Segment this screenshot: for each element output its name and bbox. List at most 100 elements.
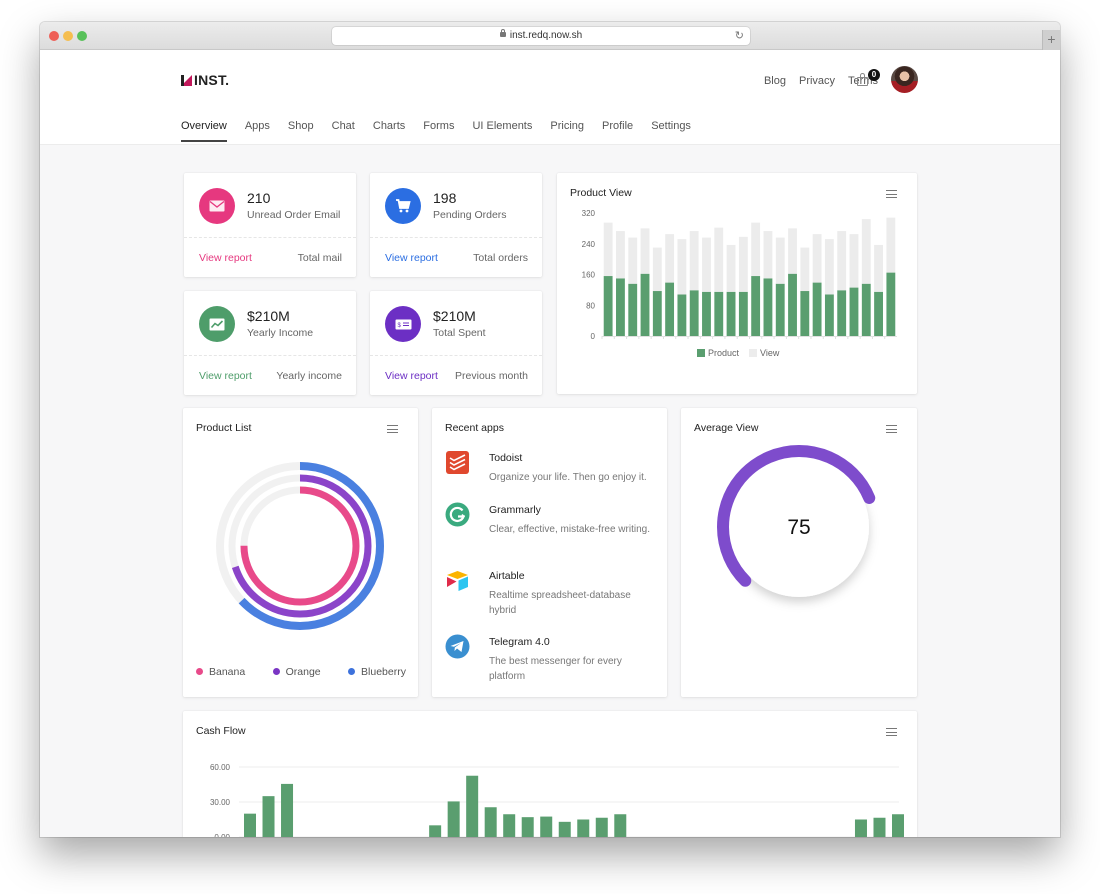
legend-swatch [749,349,758,357]
nav-profile[interactable]: Profile [602,114,633,142]
divider [184,237,356,238]
card-title: Recent apps [445,422,504,434]
nav-shop[interactable]: Shop [288,114,314,142]
bar-product [665,282,675,336]
bar-product [726,291,736,336]
bar-positive [244,813,256,837]
stat-note: Total orders [473,252,528,264]
legend-item-banana[interactable]: Banana [196,666,245,678]
new-tab-button[interactable]: + [1042,30,1060,50]
nav-apps[interactable]: Apps [245,114,270,142]
grammarly-logo-icon [445,502,470,527]
bar-product [689,290,699,336]
legend-label: Product [708,348,740,358]
bar-view [738,236,748,292]
y-tick-label: 0 [591,332,596,341]
view-report-link[interactable]: View report [385,252,438,264]
nav-charts[interactable]: Charts [373,114,405,142]
legend-item-orange[interactable]: Orange [272,666,321,678]
gauge-value: 75 [787,516,811,539]
chart-legend: Product View [697,348,779,358]
bar-product [738,291,748,336]
reload-icon[interactable]: ↻ [735,27,744,45]
address-bar[interactable]: inst.redq.now.sh ↻ [332,27,750,45]
bar-view [837,231,847,291]
bar-view [603,222,613,277]
bar-view [751,222,761,277]
bar-view [677,239,687,295]
bar-view [628,237,638,284]
bar-view [886,217,896,273]
main-nav: Overview Apps Shop Chat Charts Forms UI … [181,114,709,142]
bar-view [861,219,871,284]
legend-dot [196,668,203,675]
legend-item-blueberry[interactable]: Blueberry [348,666,406,678]
app-name: Telegram 4.0 [489,636,550,648]
bar-view [652,247,662,292]
bar-positive [262,796,275,837]
bar-product [824,294,834,336]
bar-product [751,276,761,336]
url-text: inst.redq.now.sh [509,30,583,41]
stat-value: 198 [433,190,457,206]
bar-product [763,278,773,336]
bar-view [800,247,810,292]
bar-positive [521,817,534,837]
bar-product [788,273,797,336]
bar-view [714,227,724,292]
bar-positive [614,814,627,837]
bar-positive [281,783,294,837]
bar-product [677,294,687,336]
maximize-window-button[interactable] [77,31,87,41]
bar-positive [484,807,497,837]
bar-positive [854,819,867,837]
bar-product [849,287,859,336]
bar-view [849,234,859,288]
y-tick-label: 320 [582,209,596,218]
bar-product [874,291,883,336]
logo-text: INST. [194,72,230,88]
bar-view [788,228,797,274]
link-privacy[interactable]: Privacy [799,75,835,87]
user-avatar[interactable] [891,66,918,93]
cart-icon [385,188,421,224]
nav-forms[interactable]: Forms [423,114,454,142]
app-description: The best messenger for every platform [489,656,622,682]
legend-label: Banana [209,666,246,678]
product-view-card: Product View 0 80 160 240 320 Product View [557,173,917,394]
nav-overview[interactable]: Overview [181,114,227,142]
stat-value: $210M [247,308,290,324]
product-view-chart: 0 80 160 240 320 [582,209,897,341]
minimize-window-button[interactable] [63,31,73,41]
logo[interactable]: INST. [181,72,229,88]
legend-item-product[interactable]: Product [697,348,739,358]
link-blog[interactable]: Blog [764,75,786,87]
divider [370,355,542,356]
bar-product [628,283,638,336]
bar-product [652,291,662,336]
legend-item-view[interactable]: View [749,348,779,358]
view-report-link[interactable]: View report [385,370,438,382]
stat-card-unread-email: 210 Unread Order Email View report Total… [184,173,356,277]
view-report-link[interactable]: View report [199,370,252,382]
close-window-button[interactable] [49,31,59,41]
view-report-link[interactable]: View report [199,252,252,264]
nav-pricing[interactable]: Pricing [550,114,584,142]
stat-card-yearly-income: $210M Yearly Income View report Yearly i… [184,291,356,395]
y-tick-label: 30.00 [210,798,231,807]
product-list-radial-chart [216,462,384,630]
mail-icon [199,188,235,224]
browser-window: inst.redq.now.sh ↻ + INST. Blog Privacy … [40,22,1060,837]
logo-mark-icon [181,74,192,86]
nav-ui-elements[interactable]: UI Elements [472,114,532,142]
bar-view [689,231,699,291]
bar-product [837,290,847,336]
bar-view [702,237,711,292]
legend-label: Blueberry [361,666,406,678]
bar-positive [577,819,590,837]
product-list-card: Product List Banana Orange Blueberry [183,408,418,697]
app-description: Realtime spreadsheet-database hybrid [489,590,631,616]
nav-chat[interactable]: Chat [332,114,355,142]
bar-product [640,273,650,336]
nav-settings[interactable]: Settings [651,114,691,142]
